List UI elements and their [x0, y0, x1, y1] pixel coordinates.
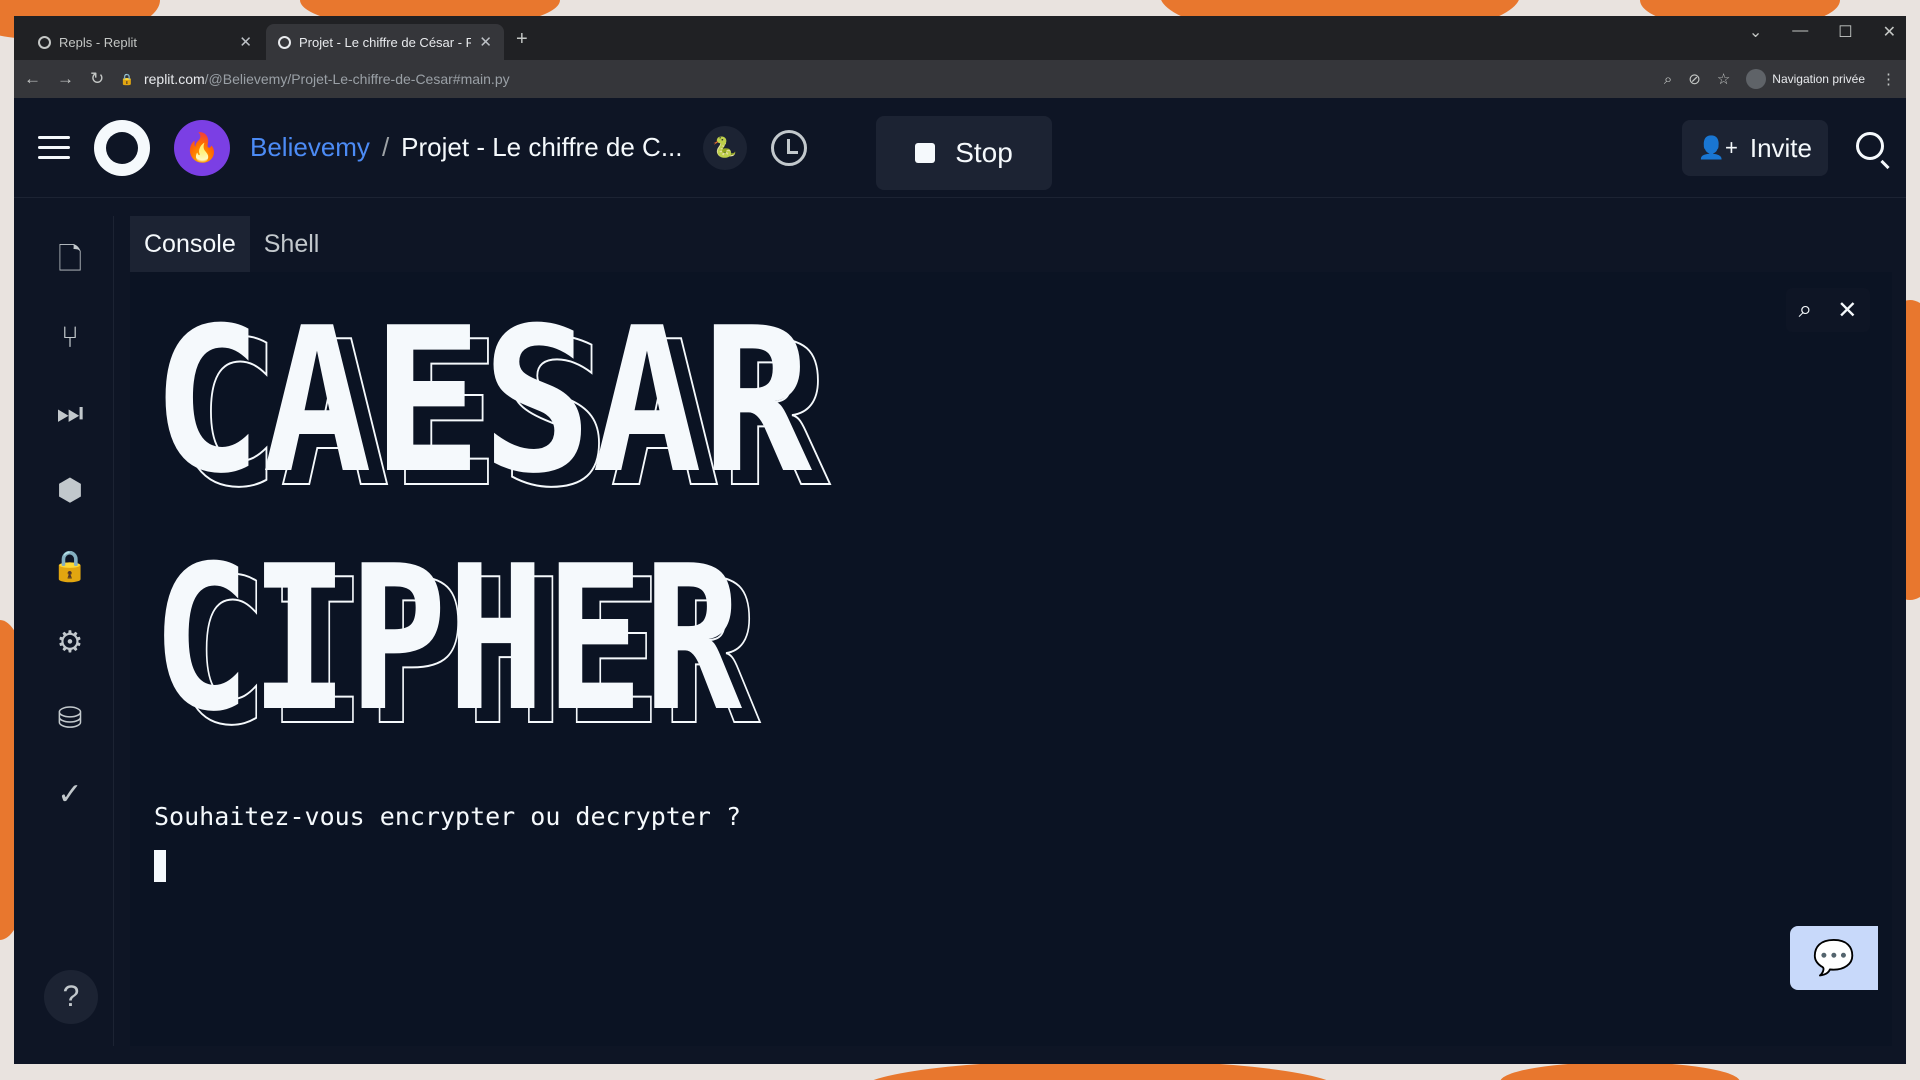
project-title[interactable]: Projet - Le chiffre de C... — [401, 132, 682, 163]
help-icon[interactable]: ? — [44, 970, 98, 1024]
url-field[interactable]: 🔒 replit.com/@Believemy/Projet-Le-chiffr… — [120, 71, 1648, 87]
browser-window: Repls - Replit ✕ Projet - Le chiffre de … — [14, 16, 1906, 1064]
tab-strip: Repls - Replit ✕ Projet - Le chiffre de … — [14, 16, 1906, 60]
ascii-art-text: CIPHER — [152, 544, 742, 744]
chat-feedback-button[interactable]: 💬 — [1790, 926, 1878, 990]
chat-icon: 💬 — [1812, 939, 1856, 977]
tracking-protection-icon[interactable]: ⊘ — [1688, 70, 1701, 88]
lock-icon[interactable]: 🔒 — [46, 542, 94, 590]
new-tab-icon[interactable]: + — [516, 28, 528, 51]
packages-icon[interactable]: ⬢ — [46, 466, 94, 514]
replit-header: 🔥 Believemy / Projet - Le chiffre de C..… — [14, 98, 1906, 198]
console-cursor[interactable] — [154, 850, 166, 882]
pane-tabs: Console Shell — [130, 216, 1892, 272]
search-icon[interactable] — [1856, 132, 1884, 160]
stop-label: Stop — [955, 137, 1013, 168]
python-language-icon[interactable]: 🐍 — [702, 125, 747, 170]
url-path: /@Believemy/Projet-Le-chiffre-de-Cesar#m… — [204, 71, 510, 87]
breadcrumb-user-link[interactable]: Believemy — [250, 132, 370, 163]
stop-square-icon — [915, 143, 936, 163]
replit-favicon-icon — [278, 35, 291, 49]
reload-icon[interactable]: ↻ — [90, 69, 104, 89]
console-search-icon[interactable]: ⌕ — [1799, 296, 1812, 324]
console-clear-icon[interactable]: ✕ — [1837, 296, 1857, 325]
star-icon[interactable]: ☆ — [1717, 70, 1730, 88]
history-icon[interactable] — [770, 129, 807, 166]
file-icon[interactable]: 🗋 — [46, 238, 94, 286]
url-domain: replit.com — [143, 71, 205, 87]
zoom-icon[interactable]: ⌕ — [1664, 71, 1672, 88]
console-prompt: Souhaitez-vous encrypter ou decrypter ? — [154, 802, 741, 831]
address-bar-icons: ⌕ ⊘ ☆ Navigation privée ⋮ — [1664, 69, 1896, 89]
breadcrumb: Believemy / Projet - Le chiffre de C... — [250, 132, 683, 163]
tab-shell[interactable]: Shell — [250, 216, 334, 272]
close-tab-icon[interactable]: ✕ — [239, 33, 252, 51]
console-toolbar: ⌕ ✕ — [1786, 288, 1870, 332]
sidebar: 🗋 ⑂ ⏭ ⬢ 🔒 ⚙ ⛁ ✓ ? — [26, 216, 114, 1046]
ascii-art-line-1: CAESAR CAESAR — [152, 306, 832, 506]
git-branch-icon[interactable]: ⑂ — [46, 314, 94, 362]
replit-favicon-icon — [38, 35, 51, 49]
ascii-art-text: CAESAR — [152, 306, 813, 506]
debugger-icon[interactable]: ⏭ — [46, 390, 94, 438]
ascii-art-line-2: CIPHER CIPHER — [152, 544, 761, 744]
tab-search-icon[interactable]: ⌄ — [1749, 22, 1762, 42]
lock-icon: 🔒 — [120, 73, 134, 86]
breadcrumb-separator: / — [381, 132, 390, 162]
stop-button[interactable]: Stop — [876, 116, 1052, 190]
browser-tab-projet[interactable]: Projet - Le chiffre de César - Repl ✕ — [266, 24, 504, 60]
incognito-icon — [1746, 69, 1767, 89]
replit-logo-icon[interactable] — [94, 119, 150, 176]
back-icon[interactable]: ← — [24, 69, 41, 89]
close-tab-icon[interactable]: ✕ — [479, 33, 492, 51]
close-window-icon[interactable]: ✕ — [1883, 22, 1896, 42]
incognito-label: Navigation privée — [1772, 72, 1865, 86]
minimize-icon[interactable]: — — [1792, 22, 1808, 42]
hamburger-menu-icon[interactable] — [38, 136, 70, 159]
gear-icon[interactable]: ⚙ — [46, 618, 94, 666]
menu-kebab-icon[interactable]: ⋮ — [1881, 70, 1896, 88]
tab-title: Projet - Le chiffre de César - Repl — [299, 34, 472, 50]
console-output[interactable]: ⌕ ✕ CAESAR CAESAR CIPHER CIPHER Souhaite… — [130, 272, 1892, 1046]
user-avatar[interactable]: 🔥 — [174, 119, 230, 176]
address-bar: ← → ↻ 🔒 replit.com/@Believemy/Projet-Le-… — [14, 60, 1906, 98]
incognito-indicator[interactable]: Navigation privée — [1746, 69, 1865, 89]
forward-icon[interactable]: → — [57, 69, 74, 89]
invite-label: Invite — [1749, 132, 1812, 163]
tab-console[interactable]: Console — [130, 216, 250, 272]
console-pane: Console Shell ⌕ ✕ CAESAR CAESAR CIPHER C… — [130, 216, 1892, 1046]
invite-button[interactable]: 👤+ Invite — [1681, 120, 1828, 176]
browser-tab-repls[interactable]: Repls - Replit ✕ — [26, 24, 264, 60]
maximize-icon[interactable]: ☐ — [1838, 22, 1852, 42]
add-user-icon: 👤+ — [1697, 135, 1738, 160]
check-icon[interactable]: ✓ — [46, 770, 94, 818]
window-controls: ⌄ — ☐ ✕ — [1749, 22, 1896, 42]
database-icon[interactable]: ⛁ — [46, 694, 94, 742]
wallpaper-blob — [1500, 1062, 1740, 1080]
tab-title: Repls - Replit — [59, 34, 138, 50]
